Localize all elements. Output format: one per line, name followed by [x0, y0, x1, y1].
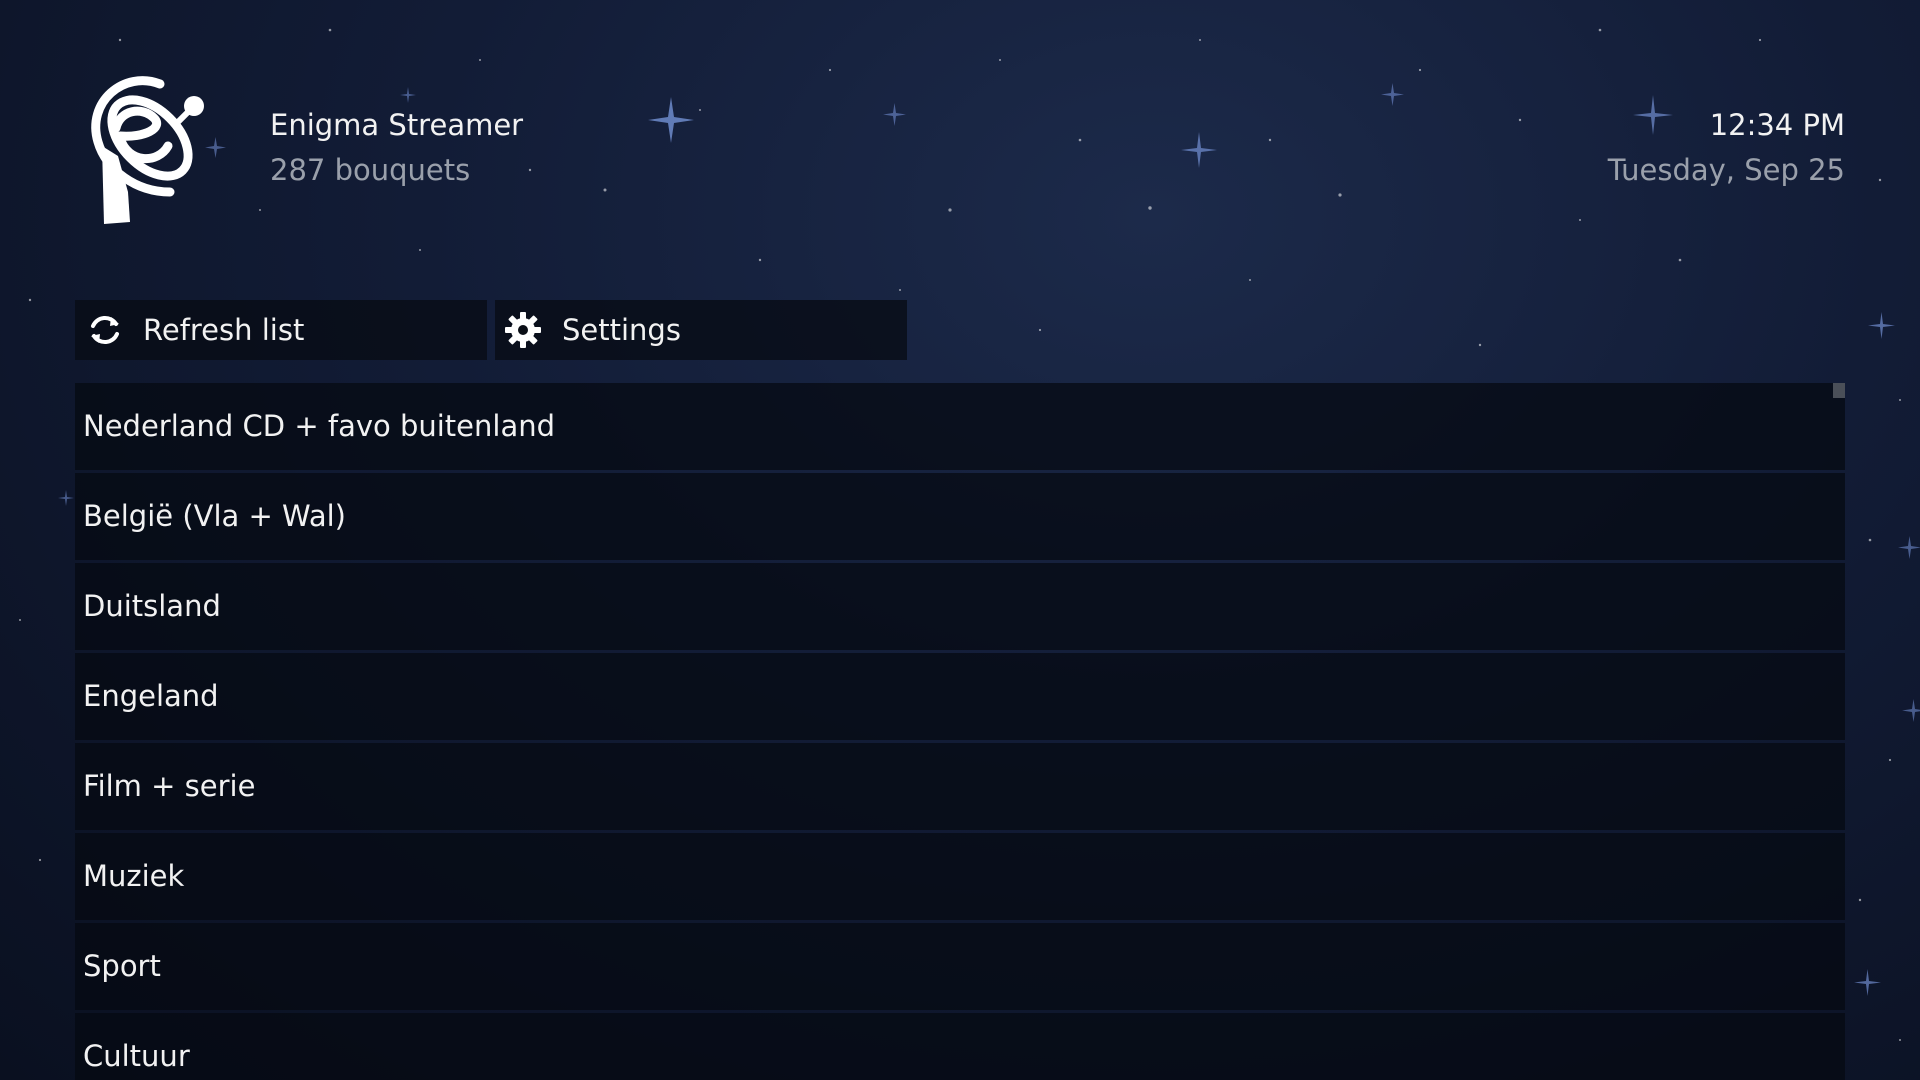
clock-date: Tuesday, Sep 25 [1607, 153, 1845, 187]
list-item-label: Nederland CD + favo buitenland [83, 409, 556, 443]
list-item[interactable]: Sport [75, 923, 1845, 1010]
list-item-label: België (Vla + Wal) [83, 499, 346, 533]
bouquet-count: 287 bouquets [270, 153, 471, 187]
settings-button[interactable]: Settings [495, 300, 907, 360]
enigma-satellite-logo-icon [91, 76, 204, 224]
list-item-label: Duitsland [83, 589, 221, 623]
list-item[interactable]: Nederland CD + favo buitenland [75, 383, 1845, 470]
list-item[interactable]: België (Vla + Wal) [75, 473, 1845, 560]
list-item[interactable]: Duitsland [75, 563, 1845, 650]
bouquet-list: Nederland CD + favo buitenland België (V… [75, 383, 1845, 1080]
list-item-label: Sport [83, 949, 161, 983]
list-item[interactable]: Muziek [75, 833, 1845, 920]
list-item-label: Film + serie [83, 769, 256, 803]
settings-label: Settings [562, 313, 681, 347]
list-item-label: Muziek [83, 859, 185, 893]
refresh-icon [91, 316, 119, 344]
app-logo [84, 72, 224, 232]
list-item[interactable]: Cultuur [75, 1013, 1845, 1080]
refresh-list-label: Refresh list [143, 313, 305, 347]
app-title: Enigma Streamer [270, 108, 524, 142]
list-item[interactable]: Film + serie [75, 743, 1845, 830]
list-item-label: Engeland [83, 679, 219, 713]
list-item-label: Cultuur [83, 1039, 190, 1073]
clock-time: 12:34 PM [1709, 108, 1845, 142]
list-item[interactable]: Engeland [75, 653, 1845, 740]
gear-icon [505, 312, 541, 348]
refresh-list-button[interactable]: Refresh list [75, 300, 487, 360]
list-scrollbar[interactable] [1833, 383, 1845, 398]
